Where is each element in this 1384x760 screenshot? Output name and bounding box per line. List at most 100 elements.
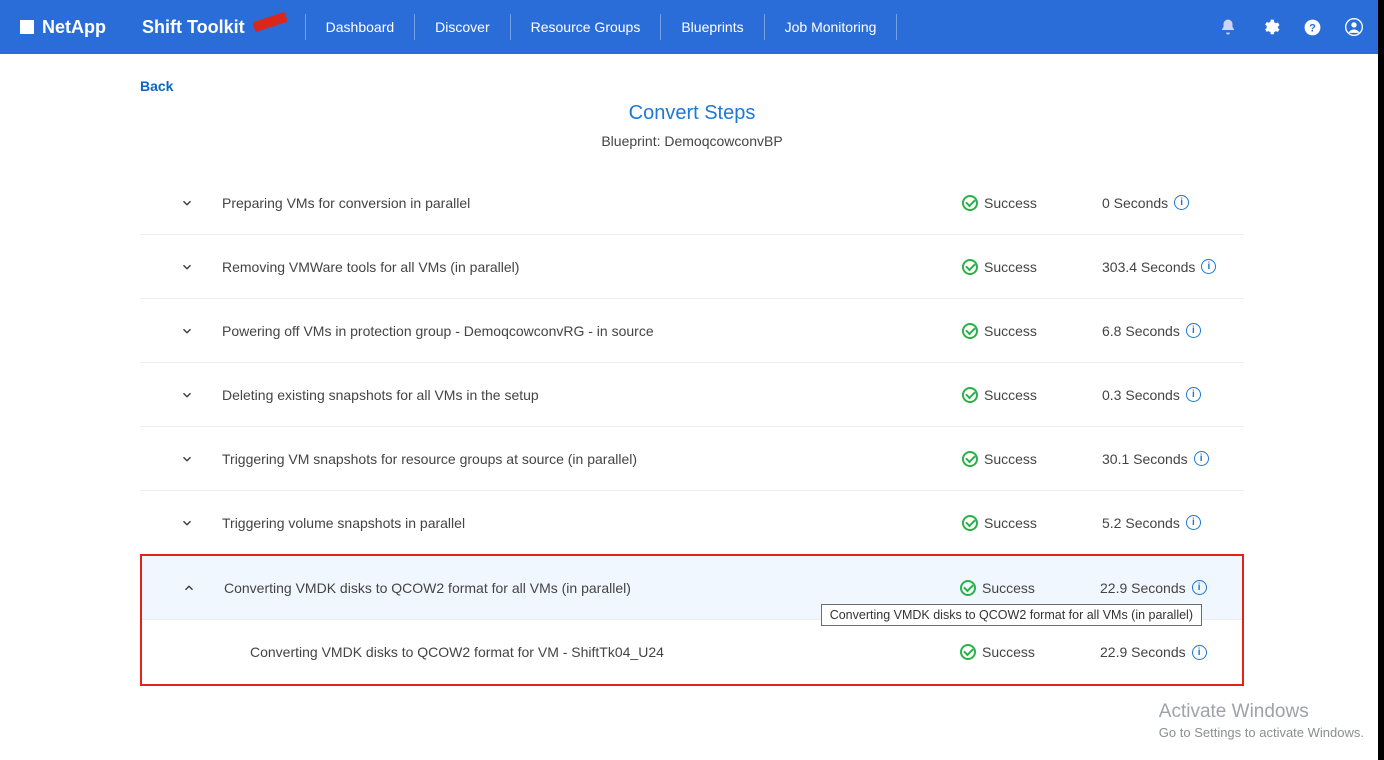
tooltip: Converting VMDK disks to QCOW2 format fo…	[821, 604, 1202, 626]
duration-text: 303.4 Seconds	[1102, 259, 1195, 275]
step-description: Powering off VMs in protection group - D…	[222, 323, 962, 339]
preview-badge-icon	[251, 8, 289, 36]
chevron-down-icon	[180, 452, 194, 466]
duration-text: 0.3 Seconds	[1102, 387, 1180, 403]
expand-toggle[interactable]	[152, 452, 222, 466]
status-text: Success	[984, 195, 1037, 211]
right-edge-bar	[1378, 0, 1384, 760]
step-row: Triggering VM snapshots for resource gro…	[140, 427, 1244, 491]
gear-icon[interactable]	[1260, 17, 1280, 37]
duration-text: 0 Seconds	[1102, 195, 1168, 211]
duration-text: 22.9 Seconds	[1100, 580, 1186, 596]
duration-text: 5.2 Seconds	[1102, 515, 1180, 531]
step-row: Preparing VMs for conversion in parallel…	[140, 171, 1244, 235]
step-row: Powering off VMs in protection group - D…	[140, 299, 1244, 363]
step-sub-row: Converting VMDK disks to QCOW2 format fo…	[142, 620, 1242, 684]
brand-name: NetApp	[42, 17, 106, 38]
success-icon	[962, 387, 978, 403]
success-icon	[962, 451, 978, 467]
step-row-expanded: Converting VMDK disks to QCOW2 format fo…	[142, 556, 1242, 620]
info-icon[interactable]: i	[1192, 580, 1207, 595]
info-icon[interactable]: i	[1194, 451, 1209, 466]
info-icon[interactable]: i	[1201, 259, 1216, 274]
nav-resource-groups[interactable]: Resource Groups	[510, 14, 661, 40]
help-icon[interactable]: ?	[1302, 17, 1322, 37]
success-icon	[962, 259, 978, 275]
step-duration: 0.3 Seconds i	[1102, 387, 1232, 403]
status-text: Success	[984, 451, 1037, 467]
expand-toggle[interactable]	[152, 196, 222, 210]
step-description: Preparing VMs for conversion in parallel	[222, 195, 962, 211]
nav-blueprints[interactable]: Blueprints	[660, 14, 763, 40]
step-status: Success	[960, 580, 1100, 596]
brand-logo-icon	[20, 20, 34, 34]
step-status: Success	[962, 259, 1102, 275]
expand-toggle[interactable]	[152, 324, 222, 338]
page-title: Convert Steps	[140, 102, 1244, 125]
step-status: Success	[960, 644, 1100, 660]
step-description: Deleting existing snapshots for all VMs …	[222, 387, 962, 403]
chevron-down-icon	[180, 196, 194, 210]
step-description: Triggering VM snapshots for resource gro…	[222, 451, 962, 467]
success-icon	[962, 515, 978, 531]
back-link[interactable]: Back	[140, 78, 173, 94]
expand-toggle[interactable]	[152, 516, 222, 530]
topbar-icons: ?	[1218, 17, 1364, 37]
chevron-down-icon	[180, 388, 194, 402]
step-duration: 303.4 Seconds i	[1102, 259, 1232, 275]
step-row: Removing VMWare tools for all VMs (in pa…	[140, 235, 1244, 299]
chevron-down-icon	[180, 324, 194, 338]
status-text: Success	[984, 323, 1037, 339]
expand-toggle[interactable]	[152, 388, 222, 402]
info-icon[interactable]: i	[1186, 515, 1201, 530]
nav-discover[interactable]: Discover	[414, 14, 509, 40]
user-icon[interactable]	[1344, 17, 1364, 37]
content-area: Back Convert Steps Blueprint: Demoqcowco…	[0, 54, 1384, 726]
step-status: Success	[962, 195, 1102, 211]
info-icon[interactable]: i	[1186, 323, 1201, 338]
step-description: Removing VMWare tools for all VMs (in pa…	[222, 259, 962, 275]
blueprint-label: Blueprint:	[601, 133, 660, 149]
brand: NetApp	[20, 17, 106, 38]
chevron-down-icon	[180, 260, 194, 274]
blueprint-name: DemoqcowconvBP	[664, 133, 782, 149]
step-duration: 30.1 Seconds i	[1102, 451, 1232, 467]
watermark-subtitle: Go to Settings to activate Windows.	[1159, 725, 1364, 740]
status-text: Success	[984, 387, 1037, 403]
main-nav: Dashboard Discover Resource Groups Bluep…	[305, 0, 898, 54]
nav-dashboard[interactable]: Dashboard	[305, 14, 415, 40]
step-status: Success	[962, 451, 1102, 467]
step-description: Converting VMDK disks to QCOW2 format fo…	[224, 580, 960, 596]
step-row: Deleting existing snapshots for all VMs …	[140, 363, 1244, 427]
duration-text: 6.8 Seconds	[1102, 323, 1180, 339]
step-list: Preparing VMs for conversion in parallel…	[140, 171, 1244, 686]
toolkit-name: Shift Toolkit	[142, 17, 245, 38]
success-icon	[960, 580, 976, 596]
collapse-toggle[interactable]	[154, 581, 224, 595]
step-description: Triggering volume snapshots in parallel	[222, 515, 962, 531]
blueprint-subtitle: Blueprint: DemoqcowconvBP	[140, 133, 1244, 149]
status-text: Success	[982, 580, 1035, 596]
chevron-down-icon	[180, 516, 194, 530]
expand-toggle[interactable]	[152, 260, 222, 274]
step-duration: 0 Seconds i	[1102, 195, 1232, 211]
status-text: Success	[984, 515, 1037, 531]
bell-icon[interactable]	[1218, 17, 1238, 37]
highlighted-step-group: Converting VMDK disks to QCOW2 format fo…	[140, 554, 1244, 686]
step-duration: 22.9 Seconds i	[1100, 580, 1230, 596]
success-icon	[960, 644, 976, 660]
duration-text: 30.1 Seconds	[1102, 451, 1188, 467]
step-duration: 22.9 Seconds i	[1100, 644, 1230, 660]
success-icon	[962, 323, 978, 339]
info-icon[interactable]: i	[1186, 387, 1201, 402]
info-icon[interactable]: i	[1192, 645, 1207, 660]
nav-job-monitoring[interactable]: Job Monitoring	[764, 14, 898, 40]
success-icon	[962, 195, 978, 211]
chevron-up-icon	[182, 581, 196, 595]
svg-text:?: ?	[1309, 22, 1316, 34]
info-icon[interactable]: i	[1174, 195, 1189, 210]
top-bar: NetApp Shift Toolkit Dashboard Discover …	[0, 0, 1384, 54]
status-text: Success	[982, 644, 1035, 660]
status-text: Success	[984, 259, 1037, 275]
step-row: Triggering volume snapshots in parallel …	[140, 491, 1244, 555]
